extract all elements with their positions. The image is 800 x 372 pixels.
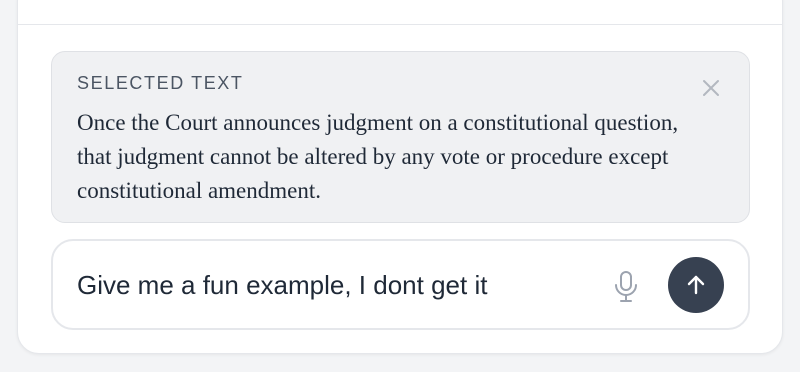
chat-panel: SELECTED TEXT Once the Court announces j… [17, 0, 783, 354]
selected-text-card: SELECTED TEXT Once the Court announces j… [51, 51, 750, 223]
divider [18, 24, 782, 25]
selected-text-label: SELECTED TEXT [77, 73, 244, 93]
microphone-icon[interactable] [611, 270, 641, 304]
arrow-up-icon [687, 275, 705, 295]
message-input-text[interactable]: Give me a fun example, I dont get it [77, 270, 487, 301]
message-input[interactable]: Give me a fun example, I dont get it [51, 239, 750, 330]
selected-text-content: Once the Court announces judgment on a c… [77, 110, 679, 203]
close-icon[interactable] [701, 78, 721, 98]
send-button[interactable] [668, 257, 724, 313]
